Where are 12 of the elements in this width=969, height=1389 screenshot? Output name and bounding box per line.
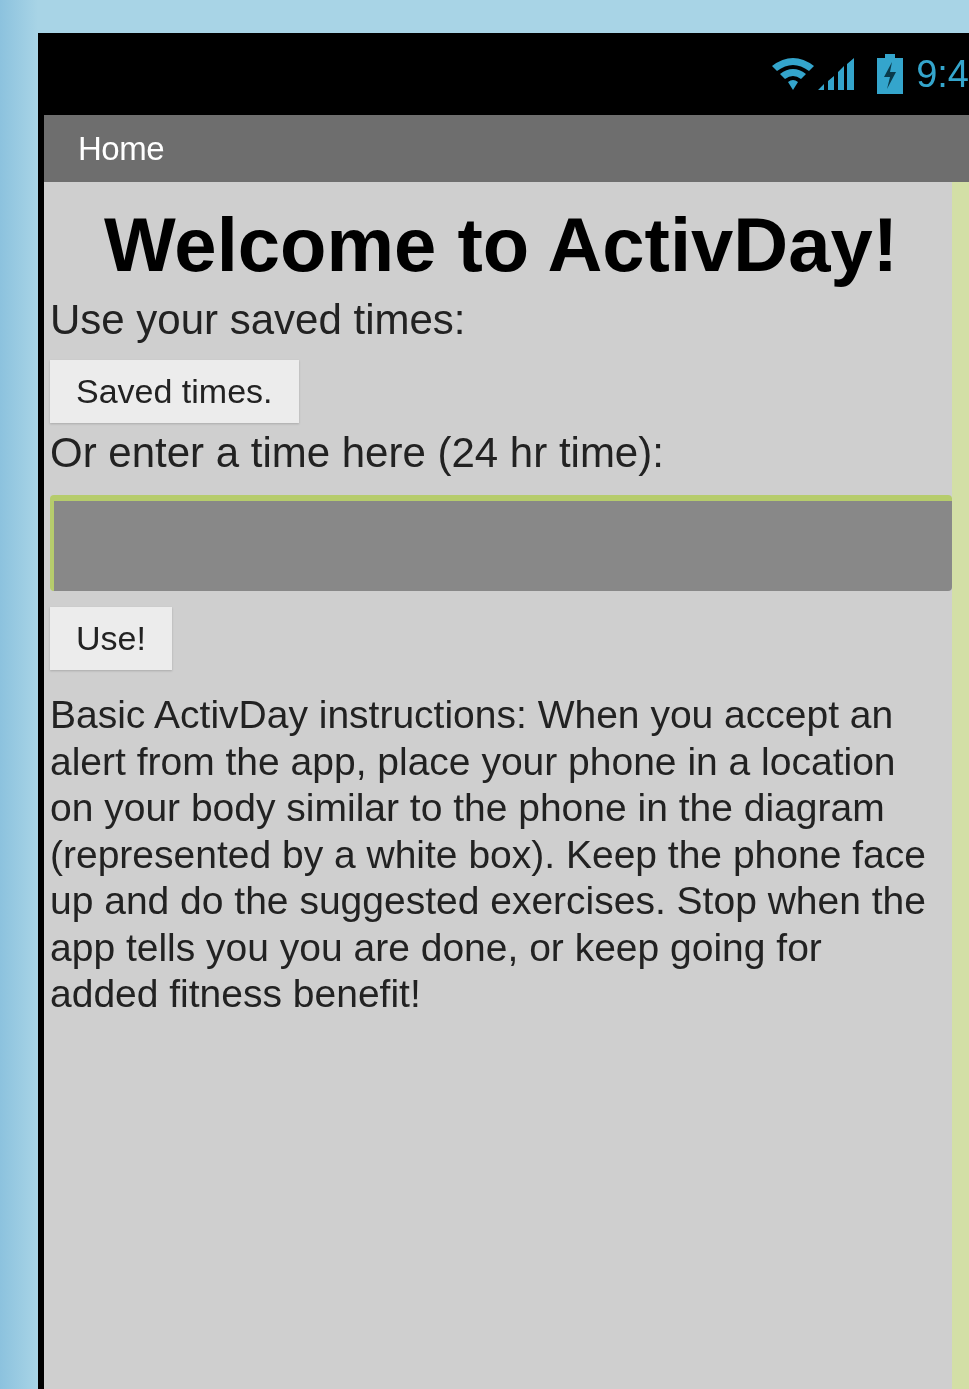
enter-time-label: Or enter a time here (24 hr time): — [50, 429, 665, 477]
use-button[interactable]: Use! — [50, 607, 172, 670]
signal-icon — [816, 56, 857, 92]
time-input-field[interactable] — [50, 495, 952, 591]
saved-times-button[interactable]: Saved times. — [50, 360, 299, 423]
battery-icon — [876, 54, 905, 94]
welcome-heading: Welcome to ActivDay! — [103, 201, 899, 289]
status-time: 9:4 — [916, 55, 969, 93]
wifi-icon — [770, 56, 817, 92]
instructions-paragraph: Basic ActivDay instructions: When you accept an alert from the app, place your phone in a location on your body similar to the phone in the diagram (represented by a white box). Keep the phone face up and do the suggested exercises. Stop when the app tells you you are done, or keep going for added fitness benefit! — [50, 692, 927, 1017]
action-bar-title: Home — [78, 129, 165, 168]
saved-times-label: Use your saved times: — [50, 296, 467, 344]
